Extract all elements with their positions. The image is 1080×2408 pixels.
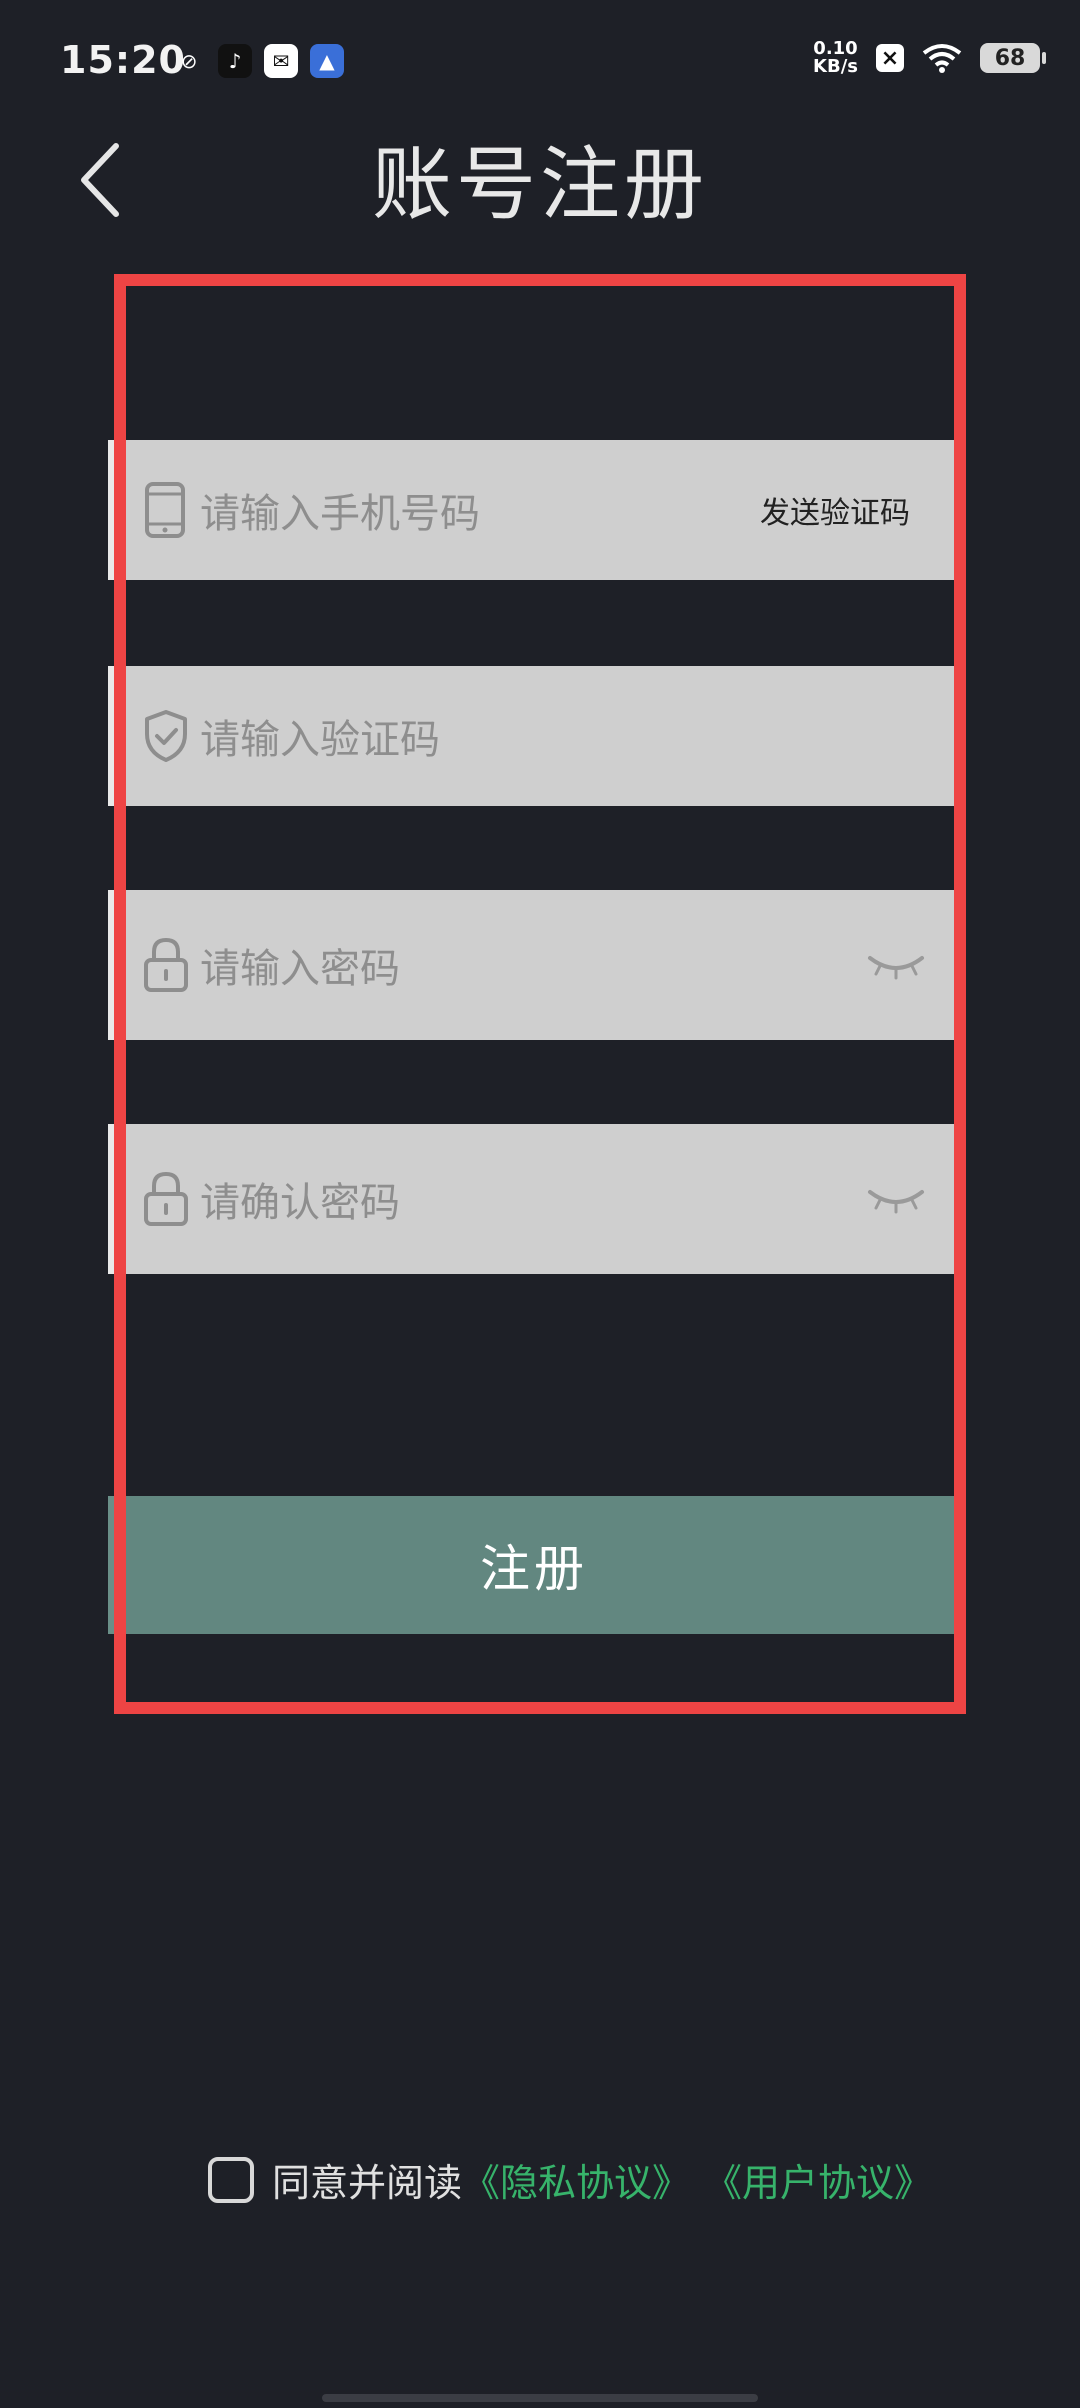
privacy-policy-link[interactable]: 《隐私协议》 xyxy=(462,2152,690,2207)
page-title: 账号注册 xyxy=(372,138,708,231)
agreement-text: 同意并阅读 xyxy=(272,2161,463,2205)
app-notification-icon: ⊘ xyxy=(180,49,198,73)
notification-icons: ⊘ ♪ ✉ ▲ xyxy=(172,44,344,78)
agree-checkbox[interactable] xyxy=(208,2156,254,2203)
status-time: 15:20 xyxy=(60,38,186,82)
home-indicator[interactable] xyxy=(322,2394,758,2402)
message-icon: ✉ xyxy=(264,44,298,78)
user-agreement-link[interactable]: 《用户协议》 xyxy=(704,2152,932,2207)
tiktok-icon: ♪ xyxy=(218,44,252,78)
agreement-row: 同意并阅读 《隐私协议》 《用户协议》 xyxy=(208,2152,932,2207)
system-icons: 0.10 KB/s × 68 xyxy=(813,40,1046,76)
highlight-box xyxy=(114,274,966,1714)
wifi-icon xyxy=(922,44,962,73)
status-bar: 15:20 ⊘ ♪ ✉ ▲ 0.10 KB/s × 68 xyxy=(0,0,1080,120)
network-speed-unit: KB/s xyxy=(813,56,858,77)
battery-indicator: 68 xyxy=(980,43,1046,73)
network-speed: 0.10 KB/s xyxy=(813,40,858,76)
app-badge-icon: ▲ xyxy=(310,44,344,78)
close-notification-icon: × xyxy=(876,44,904,72)
